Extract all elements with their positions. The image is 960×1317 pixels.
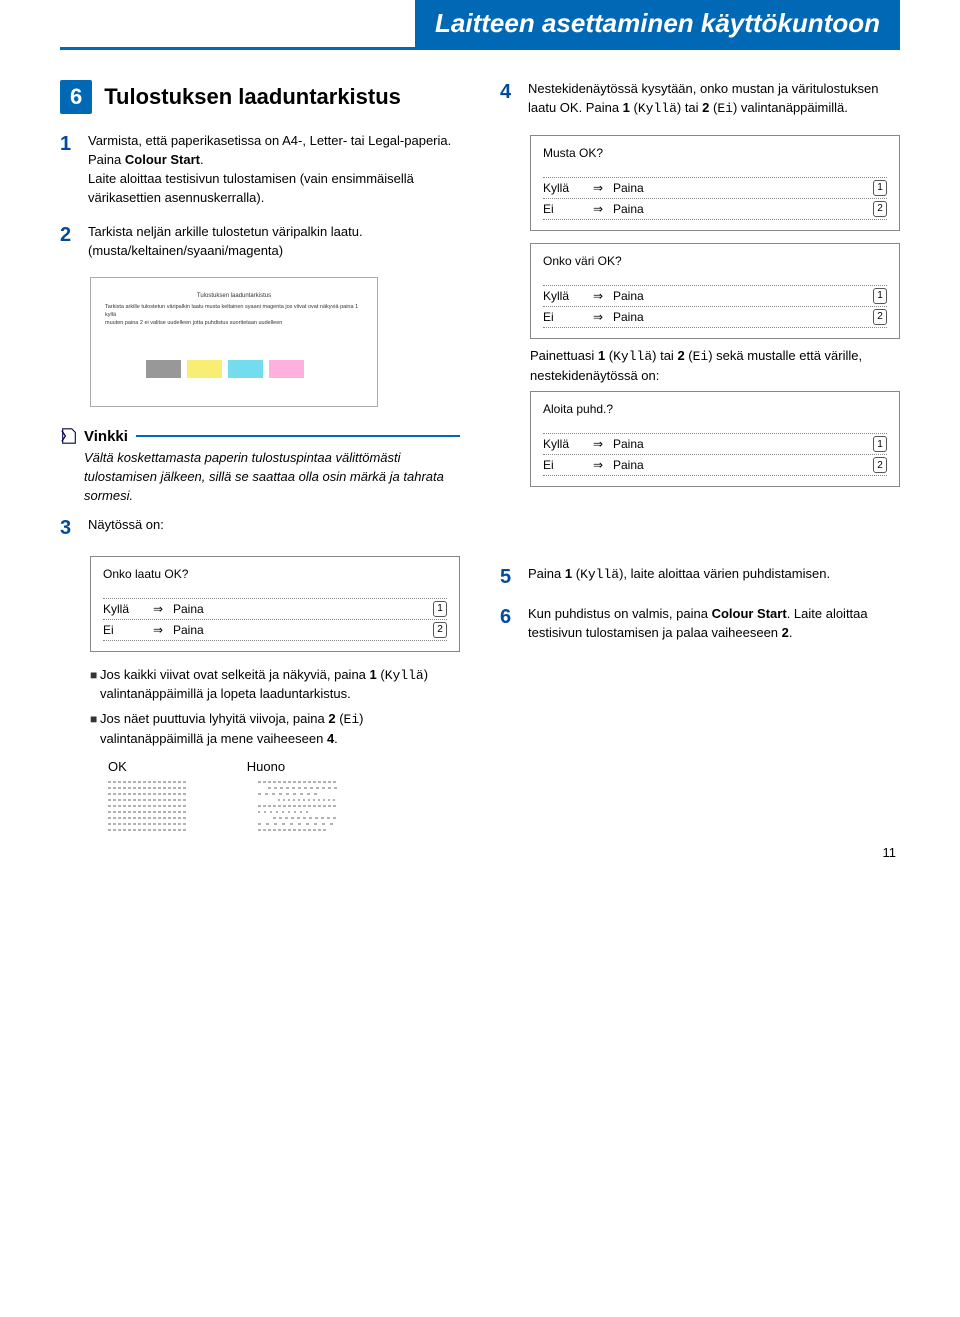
page-title: Laitteen asettaminen käyttökuntoon (415, 0, 900, 47)
note-body: Vältä koskettamasta paperin tulostuspint… (84, 449, 460, 506)
lcd-black: Musta OK? Kyllä⇒Paina1 Ei⇒Paina2 (530, 135, 900, 231)
page-number: 11 (883, 845, 897, 860)
step-6-number: 6 (500, 605, 528, 643)
step-1-body: Varmista, että paperikasetissa on A4-, L… (88, 132, 460, 207)
bullet-icon: ■ (90, 711, 100, 749)
title-rule (60, 47, 900, 50)
ok-bad-labels: OKHuono (108, 759, 460, 774)
lcd-color: Onko väri OK? Kyllä⇒Paina1 Ei⇒Paina2 (530, 243, 900, 339)
step-4-number: 4 (500, 80, 528, 119)
step-5-number: 5 (500, 565, 528, 589)
bullet-2: Jos näet puuttuvia lyhyitä viivoja, pain… (100, 710, 460, 749)
step-6-body: Kun puhdistus on valmis, paina Colour St… (528, 605, 900, 643)
pattern-illustration (108, 778, 460, 834)
step-3-body: Näytössä on: (88, 516, 460, 540)
note-label: Vinkki (84, 428, 128, 445)
print-sample-illustration: Tulostuksen laaduntarkistus Tarkista ark… (90, 277, 378, 407)
step-3-number: 3 (60, 516, 88, 540)
section-title: Tulostuksen laaduntarkistus (104, 84, 401, 110)
section-number: 6 (60, 80, 92, 114)
note-rule (136, 435, 460, 437)
step-5-body: Paina 1 (Kyllä), laite aloittaa värien p… (528, 565, 900, 589)
after-4-text: Painettuasi 1 (Kyllä) tai 2 (Ei) sekä mu… (530, 347, 900, 386)
step-1-number: 1 (60, 132, 88, 207)
note-icon (60, 427, 78, 445)
bullet-icon: ■ (90, 667, 100, 705)
bullet-1: Jos kaikki viivat ovat selkeitä ja näkyv… (100, 666, 460, 705)
step-2-body: Tarkista neljän arkille tulostetun värip… (88, 223, 460, 261)
step-4-body: Nestekidenäytössä kysytään, onko mustan … (528, 80, 900, 119)
lcd-clean: Aloita puhd.? Kyllä⇒Paina1 Ei⇒Paina2 (530, 391, 900, 487)
step-2-number: 2 (60, 223, 88, 261)
lcd-quality: Onko laatu OK? Kyllä⇒Paina1 Ei⇒Paina2 (90, 556, 460, 652)
